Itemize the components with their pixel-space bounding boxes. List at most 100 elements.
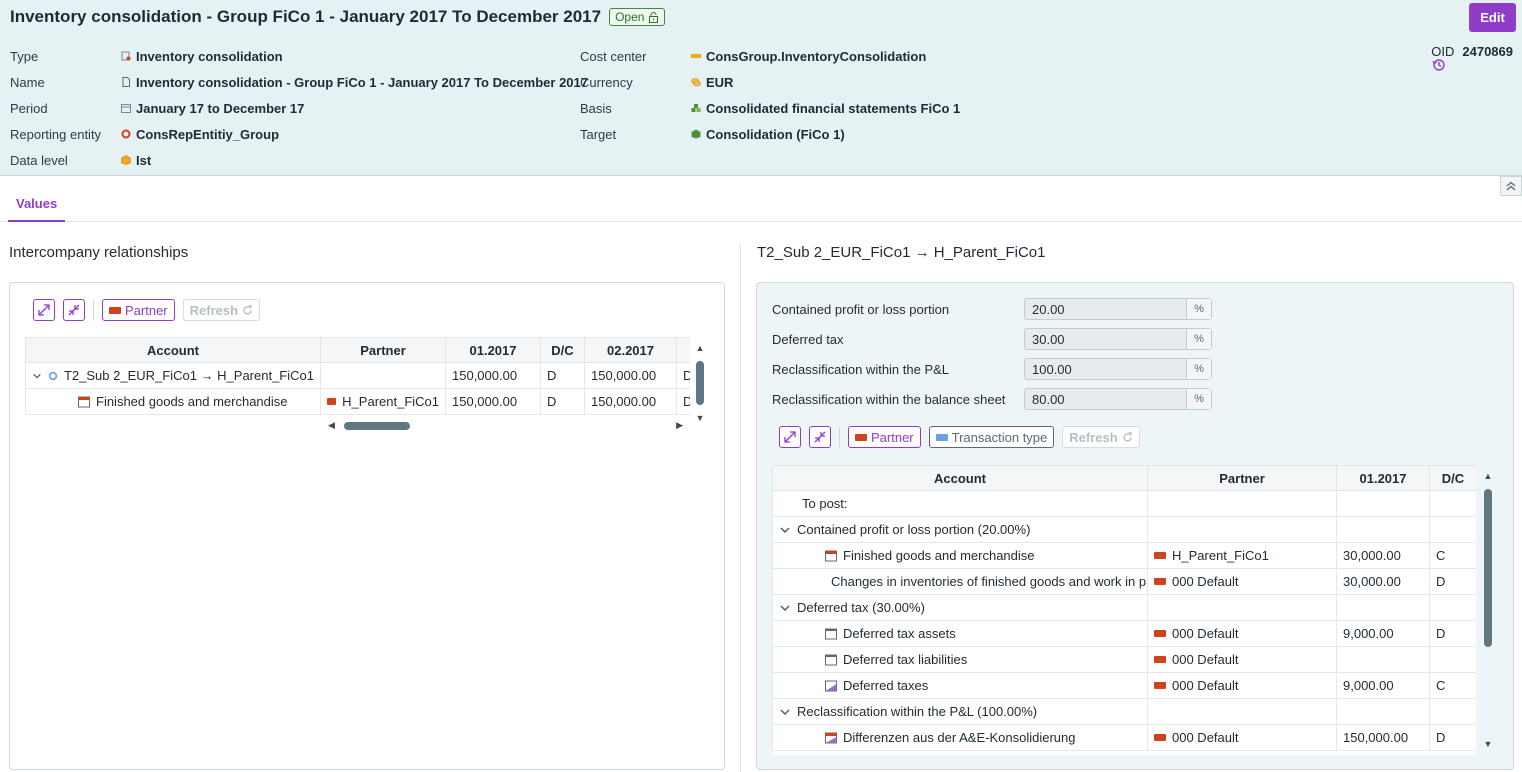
partner-cell[interactable]: 000 Default [1172,652,1239,667]
meta-value: Consolidated financial statements FiCo 1 [691,101,960,116]
chevron-down-icon[interactable] [32,370,42,382]
partner-cell[interactable]: 000 Default [1172,574,1239,589]
currency-value[interactable]: EUR [706,75,733,90]
oid-block: OID 2470869 [1431,43,1513,59]
scroll-thumb[interactable] [344,422,410,430]
panel-divider[interactable] [740,244,741,772]
meta-row-type: Type Inventory consolidation [10,43,588,69]
scroll-left-icon[interactable]: ◀ [328,420,335,431]
scroll-up-icon[interactable]: ▲ [1482,471,1494,481]
column-header[interactable]: D/C [540,337,585,363]
account-cell: Changes in inventories of finished goods… [831,574,1147,589]
meta-value: January 17 to December 17 [121,101,304,116]
name-value: Inventory consolidation - Group FiCo 1 -… [136,74,588,90]
group-row[interactable]: Contained profit or loss portion (20.00%… [772,516,1476,543]
param-field[interactable]: 80.00 % [1024,388,1212,410]
scroll-thumb[interactable] [1484,489,1492,647]
param-field[interactable]: 100.00 % [1024,358,1212,380]
partner-cell[interactable]: H_Parent_FiCo1 [342,394,439,409]
tab-values[interactable]: Values [8,192,66,222]
transaction-type-toggle-button[interactable]: Transaction type [928,426,1055,448]
table-row[interactable]: Changes in inventories of finished goods… [772,568,1476,595]
left-horizontal-scrollbar[interactable]: ◀ ▶ [328,420,683,432]
meta-right: Cost center ConsGroup.InventoryConsolida… [580,43,960,147]
partner-toggle-button[interactable]: Partner [848,426,921,448]
dc-cell: D [540,388,585,415]
param-value[interactable]: 30.00 [1025,329,1186,349]
type-value[interactable]: Inventory consolidation [136,49,283,64]
partner-cell[interactable]: 000 Default [1172,678,1239,693]
right-section-title: T2_Sub 2_EUR_FiCo1 → H_Parent_FiCo1 [757,244,1046,261]
partner-toggle-button[interactable]: Partner [102,299,175,321]
collapse-all-button[interactable] [63,299,85,321]
column-header[interactable]: 01.2017 [445,337,541,363]
reporting-entity-value[interactable]: ConsRepEntitiy_Group [136,127,279,142]
meta-label: Data level [10,152,68,168]
right-vertical-scrollbar[interactable]: ▲ ▼ [1482,471,1494,749]
expand-all-button[interactable] [779,426,801,448]
cubes-icon [691,104,701,112]
param-value[interactable]: 80.00 [1025,389,1186,409]
account-cell: Finished goods and merchandise [843,548,1035,563]
scroll-down-icon[interactable]: ▼ [694,413,706,423]
column-header[interactable]: 02.2017 [584,337,677,363]
param-row: Reclassification within the balance shee… [772,388,1212,410]
data-level-value[interactable]: Ist [136,153,151,168]
group-row[interactable]: Deferred tax (30.00%) [772,594,1476,621]
table-row[interactable]: Differenzen aus der A&E-Konsolidierung 0… [772,724,1476,751]
param-label: Reclassification within the balance shee… [772,391,1006,407]
column-header[interactable]: Partner [1147,465,1337,491]
chevron-down-icon[interactable] [779,602,791,614]
group-row[interactable]: Reclassification within the P&L (100.00%… [772,698,1476,725]
partner-cell[interactable]: H_Parent_FiCo1 [1172,548,1269,563]
scroll-thumb[interactable] [696,361,704,405]
column-header[interactable]: D/C [1429,465,1476,491]
expand-all-button[interactable] [33,299,55,321]
column-header[interactable]: Partner [320,337,446,363]
table-row[interactable]: Deferred tax liabilities 000 Default [772,646,1476,673]
table-row[interactable]: Finished goods and merchandise H_Parent_… [25,388,690,415]
table-row[interactable]: T2_Sub 2_EUR_FiCo1 → H_Parent_FiCo1 150,… [25,362,690,389]
chevron-down-icon[interactable] [779,524,791,536]
left-section-title: Intercompany relationships [9,244,189,261]
param-field[interactable]: 30.00 % [1024,328,1212,350]
history-icon[interactable] [1432,58,1446,72]
param-value[interactable]: 20.00 [1025,299,1186,319]
value-cell: 30,000.00 [1336,568,1430,595]
refresh-button[interactable]: Refresh [1062,426,1140,448]
param-unit: % [1186,329,1211,349]
partner-cell[interactable]: 000 Default [1172,730,1239,745]
consolidation-type-icon [121,51,131,61]
meta-label: Period [10,100,48,116]
column-header[interactable]: Account [772,465,1148,491]
oid-value: 2470869 [1462,43,1513,59]
basis-value[interactable]: Consolidated financial statements FiCo 1 [706,101,960,116]
collapse-all-button[interactable] [809,426,831,448]
param-field[interactable]: 20.00 % [1024,298,1212,320]
cost-center-value[interactable]: ConsGroup.InventoryConsolidation [706,49,926,64]
param-row: Contained profit or loss portion 20.00 % [772,298,1212,320]
target-value[interactable]: Consolidation (FiCo 1) [706,127,845,142]
meta-value: Consolidation (FiCo 1) [691,127,845,142]
scroll-right-icon[interactable]: ▶ [676,420,683,431]
edit-button[interactable]: Edit [1469,3,1516,32]
refresh-button[interactable]: Refresh [182,299,261,321]
calendar-icon [121,104,131,113]
column-header[interactable]: 01.2017 [1336,465,1430,491]
scroll-down-icon[interactable]: ▼ [1482,739,1494,749]
column-header[interactable]: Account [25,337,321,363]
chevron-down-icon[interactable] [779,706,791,718]
param-value[interactable]: 100.00 [1025,359,1186,379]
dc-cell: D [1429,568,1476,595]
param-label: Contained profit or loss portion [772,301,950,317]
scroll-up-icon[interactable]: ▲ [694,343,706,353]
left-vertical-scrollbar[interactable]: ▲ ▼ [694,343,706,423]
table-row[interactable]: Deferred taxes 000 Default 9,000.00 C [772,672,1476,699]
partner-cell[interactable]: 000 Default [1172,626,1239,641]
table-row[interactable]: Deferred tax assets 000 Default 9,000.00… [772,620,1476,647]
column-header[interactable]: D [676,337,690,363]
table-row[interactable]: Finished goods and merchandise H_Parent_… [772,542,1476,569]
cost-center-icon [691,54,701,58]
value-cell [1336,646,1430,673]
value-cell: 150,000.00 [1336,724,1430,751]
